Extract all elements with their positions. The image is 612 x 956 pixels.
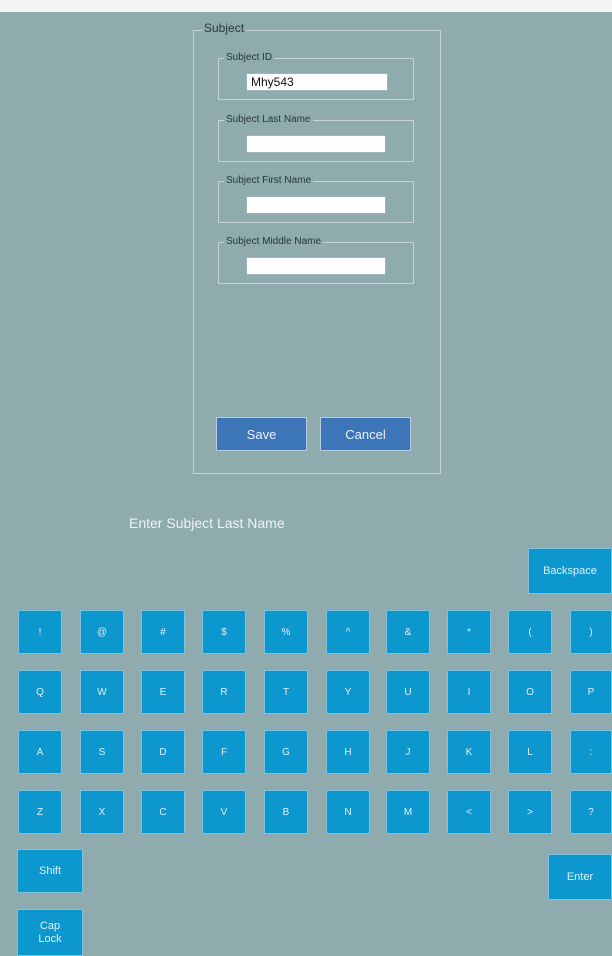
key-row4-0[interactable]: Z xyxy=(18,790,62,834)
key-row2-9[interactable]: P xyxy=(570,670,612,714)
subject-id-label: Subject ID xyxy=(224,52,275,63)
top-band xyxy=(0,0,612,12)
key-row1-9[interactable]: ) xyxy=(570,610,612,654)
subject-last-name-label: Subject Last Name xyxy=(224,114,313,125)
key-row2-0[interactable]: Q xyxy=(18,670,62,714)
key-enter[interactable]: Enter xyxy=(548,854,612,900)
key-row3-6[interactable]: J xyxy=(386,730,430,774)
key-row3-0[interactable]: A xyxy=(18,730,62,774)
key-row1-0[interactable]: ! xyxy=(18,610,62,654)
key-row1-8[interactable]: ( xyxy=(508,610,552,654)
key-row4-4[interactable]: B xyxy=(264,790,308,834)
subject-last-name-field[interactable] xyxy=(246,135,386,153)
key-row2-8[interactable]: O xyxy=(508,670,552,714)
key-row3-4[interactable]: G xyxy=(264,730,308,774)
subject-first-name-field[interactable] xyxy=(246,196,386,214)
key-row3-3[interactable]: F xyxy=(202,730,246,774)
key-row3-9[interactable]: : xyxy=(570,730,612,774)
key-row2-5[interactable]: Y xyxy=(326,670,370,714)
key-row2-4[interactable]: T xyxy=(264,670,308,714)
key-row1-6[interactable]: & xyxy=(386,610,430,654)
key-row3-8[interactable]: L xyxy=(508,730,552,774)
key-row4-7[interactable]: < xyxy=(447,790,491,834)
key-row2-6[interactable]: U xyxy=(386,670,430,714)
subject-panel-legend: Subject xyxy=(202,21,247,35)
key-row1-1[interactable]: @ xyxy=(80,610,124,654)
input-prompt: Enter Subject Last Name xyxy=(129,515,285,531)
save-button[interactable]: Save xyxy=(216,417,307,451)
key-row1-5[interactable]: ^ xyxy=(326,610,370,654)
key-row3-7[interactable]: K xyxy=(447,730,491,774)
key-row4-3[interactable]: V xyxy=(202,790,246,834)
key-row2-3[interactable]: R xyxy=(202,670,246,714)
key-row1-7[interactable]: * xyxy=(447,610,491,654)
subject-middle-name-field[interactable] xyxy=(246,257,386,275)
key-row2-2[interactable]: E xyxy=(141,670,185,714)
key-cap-lock[interactable]: Cap Lock xyxy=(17,909,83,956)
key-row4-8[interactable]: > xyxy=(508,790,552,834)
key-row4-2[interactable]: C xyxy=(141,790,185,834)
key-row4-9[interactable]: ? xyxy=(570,790,612,834)
key-row2-7[interactable]: I xyxy=(447,670,491,714)
cancel-button[interactable]: Cancel xyxy=(320,417,411,451)
subject-middle-name-label: Subject Middle Name xyxy=(224,236,324,247)
key-row2-1[interactable]: W xyxy=(80,670,124,714)
subject-first-name-label: Subject First Name xyxy=(224,175,314,186)
key-row1-3[interactable]: $ xyxy=(202,610,246,654)
subject-id-field[interactable] xyxy=(246,73,388,91)
key-row3-5[interactable]: H xyxy=(326,730,370,774)
key-row4-5[interactable]: N xyxy=(326,790,370,834)
key-backspace[interactable]: Backspace xyxy=(528,548,612,594)
key-row3-1[interactable]: S xyxy=(80,730,124,774)
key-row4-6[interactable]: M xyxy=(386,790,430,834)
key-row1-4[interactable]: % xyxy=(264,610,308,654)
key-row1-2[interactable]: # xyxy=(141,610,185,654)
key-row3-2[interactable]: D xyxy=(141,730,185,774)
key-shift[interactable]: Shift xyxy=(17,849,83,893)
key-row4-1[interactable]: X xyxy=(80,790,124,834)
